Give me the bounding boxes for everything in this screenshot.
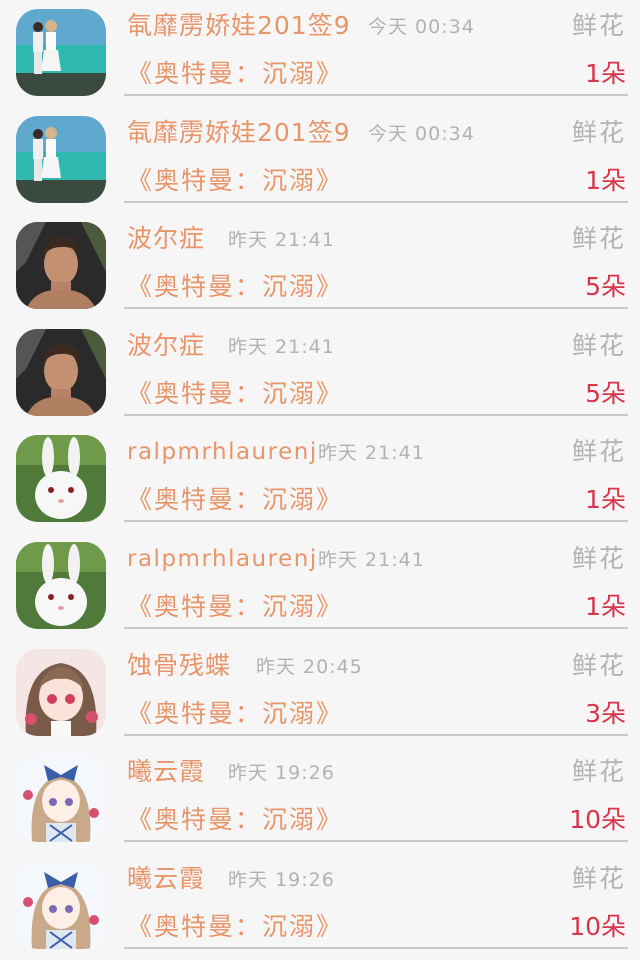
timestamp-label: 今天 00:34 xyxy=(368,123,475,145)
row-divider xyxy=(124,627,628,629)
gift-type-label: 鲜花 xyxy=(571,11,626,40)
gift-record-row[interactable]: 波尔症 昨天 21:41 鲜花 《奥特曼：沉溺》 5朵 xyxy=(0,320,640,426)
gift-record-row[interactable]: 㲴靡雳娇娃201签9 今天 00:34 鲜花 《奥特曼：沉溺》 1朵 xyxy=(0,0,640,106)
timestamp-label: 今天 00:34 xyxy=(368,16,475,38)
work-title-link[interactable]: 《奥特曼：沉溺》 xyxy=(127,163,343,199)
work-title-link[interactable]: 《奥特曼：沉溺》 xyxy=(127,589,343,625)
row-divider xyxy=(124,947,628,949)
username-label: 蚀骨残蝶 xyxy=(127,651,232,680)
gift-record-row[interactable]: 蚀骨残蝶 昨天 20:45 鲜花 《奥特曼：沉溺》 3朵 xyxy=(0,640,640,746)
gift-amount-label: 1朵 xyxy=(585,485,626,514)
gift-record-row[interactable]: ralpmrhlaurenj 昨天 21:41 鲜花 《奥特曼：沉溺》 1朵 xyxy=(0,533,640,639)
row-divider xyxy=(124,840,628,842)
rabbit-avatar-icon[interactable] xyxy=(16,542,106,629)
work-title-link[interactable]: 《奥特曼：沉溺》 xyxy=(127,909,343,945)
gift-type-label: 鲜花 xyxy=(571,651,626,680)
gift-record-row[interactable]: 波尔症 昨天 21:41 鲜花 《奥特曼：沉溺》 5朵 xyxy=(0,213,640,319)
gift-type-label: 鲜花 xyxy=(571,224,626,253)
man-portrait-avatar-icon[interactable] xyxy=(16,222,106,309)
anime-doll-avatar-icon[interactable] xyxy=(16,755,106,842)
gift-record-row[interactable]: 曦云霞 昨天 19:26 鲜花 《奥特曼：沉溺》 10朵 xyxy=(0,746,640,852)
username-label: 曦云霞 xyxy=(127,757,206,786)
work-title-link[interactable]: 《奥特曼：沉溺》 xyxy=(127,376,343,412)
work-title-link[interactable]: 《奥特曼：沉溺》 xyxy=(127,482,343,518)
timestamp-label: 昨天 21:41 xyxy=(318,549,425,571)
row-divider xyxy=(124,201,628,203)
row-divider xyxy=(124,414,628,416)
username-label: 㲴靡雳娇娃201签9 xyxy=(127,118,351,147)
work-title-link[interactable]: 《奥特曼：沉溺》 xyxy=(127,269,343,305)
row-divider xyxy=(124,520,628,522)
gift-amount-label: 5朵 xyxy=(585,379,626,408)
timestamp-label: 昨天 19:26 xyxy=(228,762,335,784)
gift-amount-label: 10朵 xyxy=(569,805,626,834)
username-label: 曦云霞 xyxy=(127,864,206,893)
gift-amount-label: 1朵 xyxy=(585,59,626,88)
username-label: ralpmrhlaurenj xyxy=(127,439,318,465)
row-divider xyxy=(124,734,628,736)
username-label: 波尔症 xyxy=(127,224,206,253)
gift-type-label: 鲜花 xyxy=(571,757,626,786)
work-title-link[interactable]: 《奥特曼：沉溺》 xyxy=(127,56,343,92)
couple-beach-avatar-icon[interactable] xyxy=(16,116,106,203)
gift-type-label: 鲜花 xyxy=(571,331,626,360)
gift-amount-label: 3朵 xyxy=(585,699,626,728)
gift-record-row[interactable]: ralpmrhlaurenj 昨天 21:41 鲜花 《奥特曼：沉溺》 1朵 xyxy=(0,426,640,532)
gift-record-row[interactable]: 曦云霞 昨天 19:26 鲜花 《奥特曼：沉溺》 10朵 xyxy=(0,853,640,959)
username-label: 㲴靡雳娇娃201签9 xyxy=(127,11,351,40)
gift-record-list: 㲴靡雳娇娃201签9 今天 00:34 鲜花 《奥特曼：沉溺》 1朵 㲴靡雳娇娃… xyxy=(0,0,640,960)
row-divider xyxy=(124,307,628,309)
gift-type-label: 鲜花 xyxy=(571,544,626,573)
anime-doll-avatar-icon[interactable] xyxy=(16,862,106,949)
row-divider xyxy=(124,94,628,96)
gift-type-label: 鲜花 xyxy=(571,437,626,466)
gift-type-label: 鲜花 xyxy=(571,118,626,147)
timestamp-label: 昨天 19:26 xyxy=(228,869,335,891)
work-title-link[interactable]: 《奥特曼：沉溺》 xyxy=(127,802,343,838)
couple-beach-avatar-icon[interactable] xyxy=(16,9,106,96)
username-label: 波尔症 xyxy=(127,331,206,360)
timestamp-label: 昨天 20:45 xyxy=(256,656,363,678)
gift-type-label: 鲜花 xyxy=(571,864,626,893)
work-title-link[interactable]: 《奥特曼：沉溺》 xyxy=(127,696,343,732)
anime-girl-avatar-icon[interactable] xyxy=(16,649,106,736)
gift-amount-label: 5朵 xyxy=(585,272,626,301)
username-label: ralpmrhlaurenj xyxy=(127,546,318,572)
gift-amount-label: 10朵 xyxy=(569,912,626,941)
rabbit-avatar-icon[interactable] xyxy=(16,435,106,522)
gift-amount-label: 1朵 xyxy=(585,166,626,195)
timestamp-label: 昨天 21:41 xyxy=(228,336,335,358)
gift-record-row[interactable]: 㲴靡雳娇娃201签9 今天 00:34 鲜花 《奥特曼：沉溺》 1朵 xyxy=(0,107,640,213)
timestamp-label: 昨天 21:41 xyxy=(318,442,425,464)
timestamp-label: 昨天 21:41 xyxy=(228,229,335,251)
gift-amount-label: 1朵 xyxy=(585,592,626,621)
man-portrait-avatar-icon[interactable] xyxy=(16,329,106,416)
